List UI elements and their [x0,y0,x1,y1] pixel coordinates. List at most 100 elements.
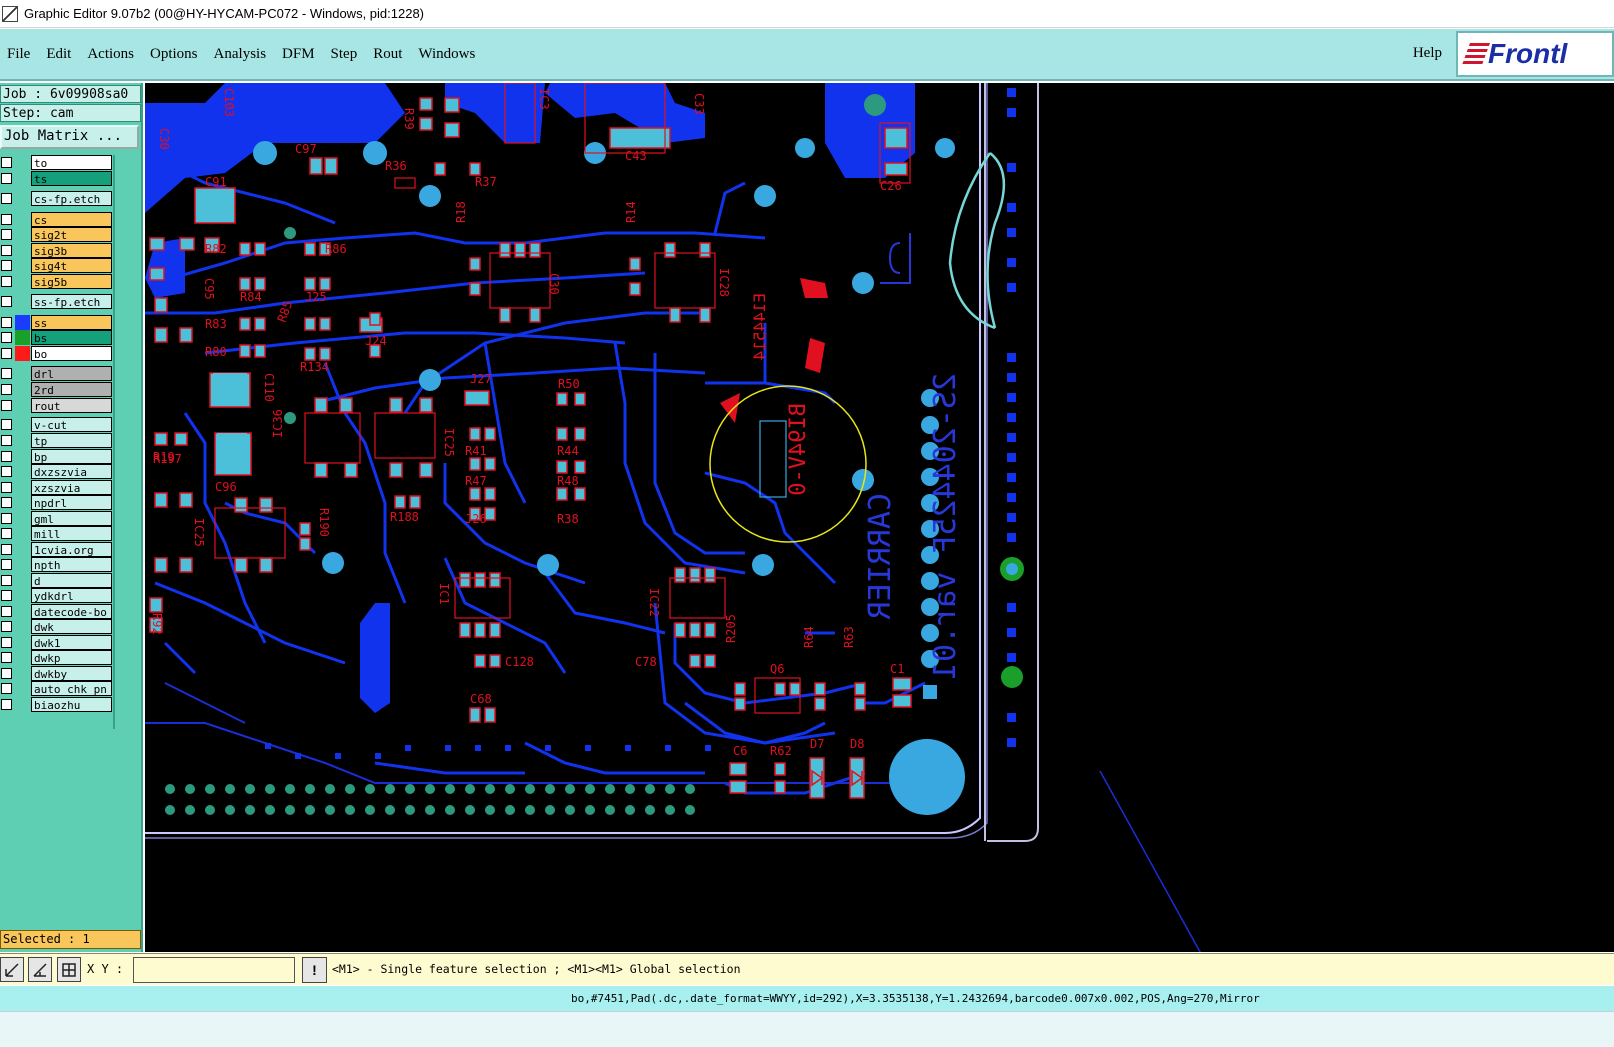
layer-row-dxzszvia[interactable]: dxzszvia [0,464,113,479]
layer-name[interactable]: cs [31,212,112,227]
layer-checkbox[interactable] [1,637,12,648]
layer-row-auto-chk-pn[interactable]: auto_chk_pn [0,681,113,696]
layer-checkbox[interactable] [1,332,12,343]
job-matrix-button[interactable]: Job Matrix ... [0,125,139,149]
layer-name[interactable]: sig2t [31,227,112,242]
layer-row-dwkby[interactable]: dwkby [0,666,113,681]
layer-checkbox[interactable] [1,513,12,524]
layer-row-drl[interactable]: drl [0,366,113,381]
layer-name[interactable]: rout [31,398,112,413]
layer-row-sig3b[interactable]: sig3b [0,243,113,258]
layer-checkbox[interactable] [1,621,12,632]
layer-name[interactable]: mill [31,526,112,541]
layer-color-swatch[interactable] [15,480,30,495]
layer-color-swatch[interactable] [15,366,30,381]
layer-color-swatch[interactable] [15,573,30,588]
layer-color-swatch[interactable] [15,382,30,397]
layer-checkbox[interactable] [1,668,12,679]
layer-name[interactable]: ydkdrl [31,588,112,603]
menu-help[interactable]: Help [1413,45,1442,62]
layer-name[interactable]: drl [31,366,112,381]
layer-row-datecode-bo[interactable]: datecode-bo [0,604,113,619]
layer-color-swatch[interactable] [15,330,30,345]
menu-step[interactable]: Step [331,46,358,63]
menu-options[interactable]: Options [150,46,198,63]
layer-row-bp[interactable]: bp [0,449,113,464]
measure-tool-icon[interactable] [28,957,52,982]
layer-color-swatch[interactable] [15,495,30,510]
layer-row-ts[interactable]: ts [0,171,113,186]
select-tool-icon[interactable] [0,957,24,982]
menu-dfm[interactable]: DFM [282,46,315,63]
layer-row-cs[interactable]: cs [0,212,113,227]
layer-checkbox[interactable] [1,497,12,508]
layer-checkbox[interactable] [1,245,12,256]
layer-row-dwk[interactable]: dwk [0,619,113,634]
layer-color-swatch[interactable] [15,542,30,557]
layer-name[interactable]: bs [31,330,112,345]
grid-tool-icon[interactable] [57,957,81,982]
layer-checkbox[interactable] [1,296,12,307]
layer-checkbox[interactable] [1,214,12,225]
layer-checkbox[interactable] [1,606,12,617]
layer-color-swatch[interactable] [15,155,30,170]
layer-row-ydkdrl[interactable]: ydkdrl [0,588,113,603]
layer-name[interactable]: sig5b [31,274,112,289]
layer-name[interactable]: biaozhu [31,697,112,712]
layer-checkbox[interactable] [1,559,12,570]
layer-row-rout[interactable]: rout [0,398,113,413]
menu-rout[interactable]: Rout [373,46,402,63]
layer-color-swatch[interactable] [15,243,30,258]
layer-name[interactable]: ss-fp.etch [31,294,112,309]
layer-row-biaozhu[interactable]: biaozhu [0,697,113,712]
graphic-canvas[interactable]: C30 C103 C97 C91 R39 R36 R37 IC3 C43 C33 C… [145,83,1614,952]
layer-name[interactable]: ts [31,171,112,186]
layer-color-swatch[interactable] [15,398,30,413]
layer-name[interactable]: sig3b [31,243,112,258]
layer-color-swatch[interactable] [15,464,30,479]
layer-name[interactable]: cs-fp.etch [31,191,112,206]
layer-color-swatch[interactable] [15,681,30,696]
layer-checkbox[interactable] [1,193,12,204]
layer-color-swatch[interactable] [15,212,30,227]
layer-color-swatch[interactable] [15,449,30,464]
layer-checkbox[interactable] [1,317,12,328]
layer-row-1cvia-org[interactable]: 1cvia.org [0,542,113,557]
menu-actions[interactable]: Actions [87,46,134,63]
layer-color-swatch[interactable] [15,258,30,273]
layer-checkbox[interactable] [1,260,12,271]
layer-name[interactable]: tp [31,433,112,448]
layer-color-swatch[interactable] [15,171,30,186]
layer-color-swatch[interactable] [15,274,30,289]
layer-color-swatch[interactable] [15,433,30,448]
layer-checkbox[interactable] [1,528,12,539]
layer-name[interactable]: v-cut [31,417,112,432]
layer-row-2rd[interactable]: 2rd [0,382,113,397]
layer-name[interactable]: to [31,155,112,170]
layer-checkbox[interactable] [1,368,12,379]
layer-color-swatch[interactable] [15,346,30,361]
layer-color-swatch[interactable] [15,227,30,242]
layer-row-tp[interactable]: tp [0,433,113,448]
layer-name[interactable]: dwkby [31,666,112,681]
layer-checkbox[interactable] [1,384,12,395]
layer-name[interactable]: d [31,573,112,588]
layer-checkbox[interactable] [1,575,12,586]
layer-checkbox[interactable] [1,652,12,663]
layer-checkbox[interactable] [1,276,12,287]
layer-name[interactable]: sig4t [31,258,112,273]
layer-checkbox[interactable] [1,348,12,359]
layer-row-sig4t[interactable]: sig4t [0,258,113,273]
layer-row-bs[interactable]: bs [0,330,113,345]
layer-name[interactable]: dwkp [31,650,112,665]
layer-row-npdrl[interactable]: npdrl [0,495,113,510]
layer-row-v-cut[interactable]: v-cut [0,417,113,432]
layer-color-swatch[interactable] [15,526,30,541]
layer-row-ss-fp-etch[interactable]: ss-fp.etch [0,294,113,309]
menu-edit[interactable]: Edit [46,46,71,63]
layer-color-swatch[interactable] [15,588,30,603]
layer-name[interactable]: ss [31,315,112,330]
menu-windows[interactable]: Windows [418,46,475,63]
layer-name[interactable]: dxzszvia [31,464,112,479]
layer-color-swatch[interactable] [15,619,30,634]
